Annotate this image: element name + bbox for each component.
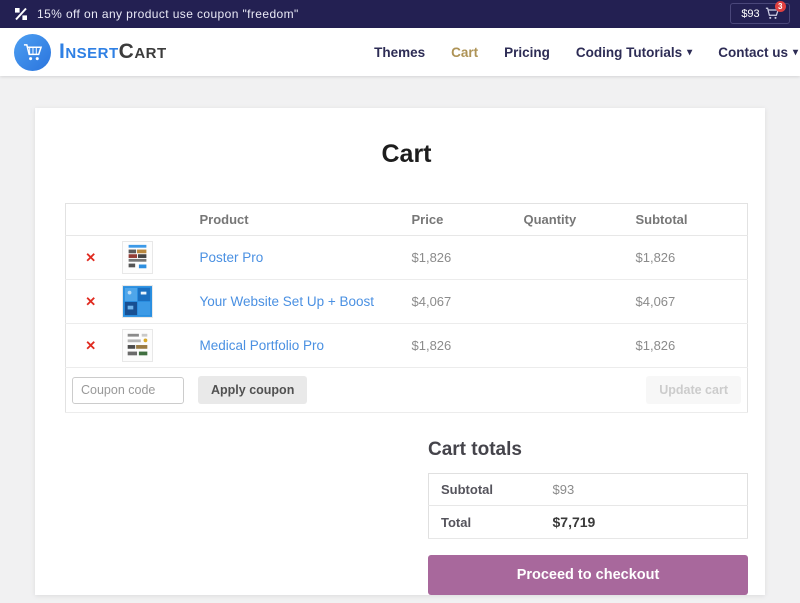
nav-contact-us[interactable]: Contact us▾ (718, 45, 798, 60)
coupon-code-input[interactable] (72, 377, 184, 404)
cart-page-card: Cart Product Price Quantity Subtotal ✕ (35, 108, 765, 595)
main-nav: Themes Cart Pricing Coding Tutorials▾ Co… (374, 45, 800, 60)
nav-pricing[interactable]: Pricing (504, 45, 550, 60)
item-subtotal: $4,067 (636, 294, 676, 309)
total-label: Total (429, 506, 541, 539)
cart-totals-section: Cart totals Subtotal $93 Total $7,719 Pr… (428, 439, 748, 595)
topbar-cart-button[interactable]: $93 3 (730, 3, 790, 24)
nav-coding-tutorials[interactable]: Coding Tutorials▾ (576, 45, 692, 60)
item-subtotal: $1,826 (636, 250, 676, 265)
subtotal-label: Subtotal (429, 474, 541, 506)
product-thumbnail[interactable] (122, 241, 188, 274)
remove-item-icon[interactable]: ✕ (72, 250, 110, 266)
column-price: Price (406, 204, 518, 236)
product-thumbnail[interactable] (122, 285, 188, 318)
apply-coupon-button[interactable]: Apply coupon (198, 376, 307, 404)
cart-table: Product Price Quantity Subtotal ✕ (65, 203, 748, 413)
cart-totals-title: Cart totals (428, 439, 748, 461)
brand-logo[interactable]: InsertCart (14, 34, 167, 71)
table-row: ✕ Poster Pro (66, 236, 748, 280)
cart-total-amount: $93 (741, 8, 759, 20)
product-link[interactable]: Medical Portfolio Pro (200, 338, 325, 353)
update-cart-button[interactable]: Update cart (646, 376, 741, 404)
proceed-to-checkout-button[interactable]: Proceed to checkout (428, 555, 748, 595)
promo-text: 15% off on any product use coupon "freed… (37, 7, 299, 21)
remove-item-icon[interactable]: ✕ (72, 338, 110, 354)
total-row: Total $7,719 (429, 506, 748, 539)
site-header: InsertCart Themes Cart Pricing Coding Tu… (0, 28, 800, 76)
nav-themes[interactable]: Themes (374, 45, 425, 60)
brand-name: InsertCart (59, 40, 167, 64)
chevron-down-icon: ▾ (687, 47, 692, 58)
coupon-row: Apply coupon Update cart (66, 368, 748, 413)
table-row: ✕ Medical Portfolio Pro $1,8 (66, 324, 748, 368)
column-product: Product (194, 204, 406, 236)
product-thumbnail[interactable] (122, 329, 188, 362)
column-quantity: Quantity (518, 204, 630, 236)
page-title: Cart (65, 140, 748, 169)
item-price: $1,826 (412, 338, 452, 353)
subtotal-value: $93 (553, 482, 575, 497)
item-price: $1,826 (412, 250, 452, 265)
subtotal-row: Subtotal $93 (429, 474, 748, 506)
promo-bar: 15% off on any product use coupon "freed… (0, 0, 800, 28)
cart-count-badge: 3 (775, 1, 786, 12)
discount-percent-icon (14, 7, 28, 21)
column-subtotal: Subtotal (630, 204, 748, 236)
product-link[interactable]: Poster Pro (200, 250, 264, 265)
product-link[interactable]: Your Website Set Up + Boost (200, 294, 374, 309)
cart-table-header-row: Product Price Quantity Subtotal (66, 204, 748, 236)
logo-cart-icon (14, 34, 51, 71)
nav-cart[interactable]: Cart (451, 45, 478, 60)
item-subtotal: $1,826 (636, 338, 676, 353)
chevron-down-icon: ▾ (793, 47, 798, 58)
remove-item-icon[interactable]: ✕ (72, 294, 110, 310)
total-value: $7,719 (553, 514, 596, 530)
item-price: $4,067 (412, 294, 452, 309)
cart-totals-table: Subtotal $93 Total $7,719 (428, 473, 748, 539)
table-row: ✕ Your (66, 280, 748, 324)
